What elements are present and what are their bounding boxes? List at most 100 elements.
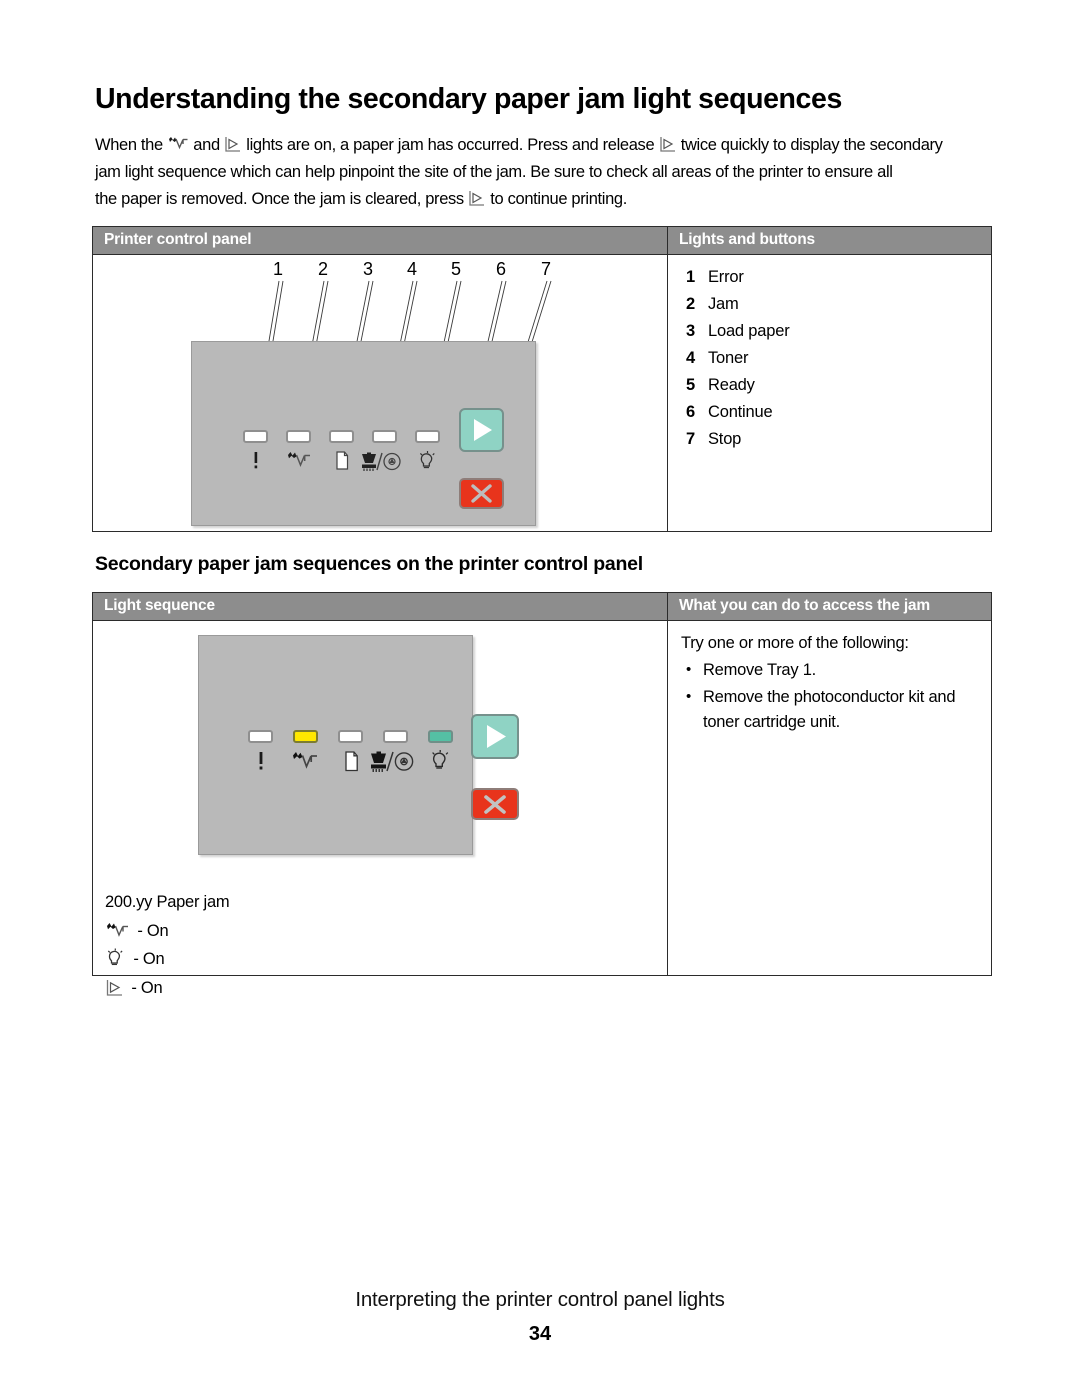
light-sequence-cell: 200.yy Paper jam - On - On - On [93, 621, 668, 997]
legend-label: Error [708, 268, 744, 286]
printer-control-panel-table: Printer control panel Lights and buttons [92, 226, 992, 532]
legend-item: 4 Toner [686, 349, 991, 376]
legend-number: 6 [686, 403, 696, 421]
intro-line-1: When the and lights are on, a paper jam … [95, 132, 992, 159]
intro-text-c: lights are on, a paper jam has occurred.… [242, 136, 659, 154]
continue-icon [468, 190, 486, 207]
jam-icon [105, 922, 131, 940]
legend-number: 4 [686, 349, 696, 367]
legend-item: 2 Jam [686, 295, 991, 322]
load-paper-icon [322, 451, 362, 471]
intro-line-3: the paper is removed. Once the jam is cl… [95, 186, 992, 213]
lamp-error [243, 430, 268, 443]
list-item: Remove Tray 1. [681, 657, 977, 683]
intro-text-a: When the [95, 136, 168, 154]
ready-icon [408, 450, 448, 472]
continue-button[interactable] [459, 408, 504, 452]
secondary-jam-sequence-table: Light sequence What you can do to access… [92, 592, 992, 997]
section-subtitle: Secondary paper jam sequences on the pri… [95, 553, 643, 575]
remedy-bullet-list: Remove Tray 1. Remove the photoconductor… [681, 657, 977, 735]
state-text: - On [133, 921, 169, 940]
error-icon [241, 751, 281, 773]
lamp-load-paper [329, 430, 354, 443]
lamp-toner [383, 730, 408, 743]
legend-item: 5 Ready [686, 376, 991, 403]
column-header-lights-and-buttons: Lights and buttons [679, 231, 815, 248]
lamp-toner [372, 430, 397, 443]
load-paper-icon [331, 751, 371, 773]
page-title: Understanding the secondary paper jam li… [95, 83, 842, 115]
callout-number-6: 6 [496, 259, 507, 279]
continue-button[interactable] [471, 714, 519, 759]
legend-item: 3 Load paper [686, 322, 991, 349]
legend-item: 6 Continue [686, 403, 991, 430]
sequence-state-jam: - On [105, 917, 229, 946]
access-the-jam-cell: Try one or more of the following: Remove… [668, 621, 991, 975]
column-header-printer-control-panel: Printer control panel [93, 227, 668, 254]
ready-icon [105, 948, 127, 968]
legend-number: 1 [686, 268, 696, 286]
manual-page: Understanding the secondary paper jam li… [0, 0, 1080, 1397]
lamp-ready [428, 730, 453, 743]
continue-icon [105, 979, 125, 997]
intro-paragraph: When the and lights are on, a paper jam … [95, 132, 992, 213]
column-header-light-sequence: Light sequence [93, 593, 668, 620]
table-header-row: Light sequence What you can do to access… [93, 593, 991, 621]
error-icon [236, 451, 276, 471]
legend-item: 7 Stop [686, 430, 991, 457]
lights-and-buttons-legend: 1 Error 2 Jam 3 Load paper 4 Toner 5 Rea… [668, 255, 991, 457]
legend-number: 3 [686, 322, 696, 340]
table-header-row: Printer control panel Lights and buttons [93, 227, 991, 255]
page-number: 34 [528, 1323, 552, 1345]
sequence-state-ready: - On [105, 945, 229, 974]
callout-number-4: 4 [407, 259, 418, 279]
sequence-code: 200.yy Paper jam [105, 893, 230, 911]
footer-section-title: Interpreting the printer control panel l… [355, 1288, 725, 1311]
jam-icon [279, 451, 319, 471]
toner-icon [359, 451, 401, 473]
remedy-instructions: Try one or more of the following: Remove… [668, 621, 991, 735]
callout-number-3: 3 [363, 259, 374, 279]
callout-number-2: 2 [318, 259, 329, 279]
continue-icon [659, 136, 677, 153]
lamp-jam [293, 730, 318, 743]
intro-text-d: twice quickly to display the secondary [676, 136, 943, 154]
column-header-what-you-can-do: What you can do to access the jam [679, 597, 930, 614]
lamp-load-paper [338, 730, 363, 743]
state-text: - On [129, 950, 165, 968]
callout-number-1: 1 [273, 259, 284, 279]
stop-button[interactable] [471, 788, 519, 820]
legend-item: 1 Error [686, 268, 991, 295]
printer-control-panel-body [198, 635, 473, 855]
legend-label: Jam [708, 295, 739, 313]
continue-icon [224, 136, 242, 153]
list-item: Remove the photoconductor kit and toner … [681, 684, 977, 735]
legend-label: Ready [708, 376, 755, 394]
table-body-row: 200.yy Paper jam - On - On - On Try one … [93, 621, 991, 997]
legend-label: Toner [708, 349, 749, 367]
table-body-row: 1 2 3 4 5 6 7 1 Error 2 Jam 3 Load paper… [93, 255, 991, 531]
legend-label: Load paper [708, 322, 790, 340]
state-text: - On [127, 978, 163, 997]
light-sequence-illustration [93, 621, 668, 871]
legend-label: Stop [708, 430, 742, 448]
lamp-error [248, 730, 273, 743]
toner-icon [368, 750, 414, 774]
intro-line-2: jam light sequence which can help pinpoi… [95, 163, 893, 181]
stop-button[interactable] [459, 478, 504, 509]
legend-number: 7 [686, 430, 696, 448]
intro-text-e: the paper is removed. Once the jam is cl… [95, 190, 469, 208]
jam-icon [285, 751, 325, 773]
control-panel-diagram-cell: 1 2 3 4 5 6 7 [93, 255, 668, 531]
legend-label: Continue [708, 403, 773, 421]
remedy-lead: Try one or more of the following: [681, 634, 909, 652]
legend-number: 2 [686, 295, 696, 313]
lamp-ready [415, 430, 440, 443]
intro-text-b: and [189, 136, 225, 154]
lights-and-buttons-cell: 1 Error 2 Jam 3 Load paper 4 Toner 5 Rea… [668, 255, 991, 531]
lamp-jam [286, 430, 311, 443]
sequence-state-continue: - On [105, 974, 229, 1003]
legend-number: 5 [686, 376, 696, 394]
sequence-caption: 200.yy Paper jam - On - On - On [105, 888, 230, 1003]
jam-icon [167, 136, 189, 153]
